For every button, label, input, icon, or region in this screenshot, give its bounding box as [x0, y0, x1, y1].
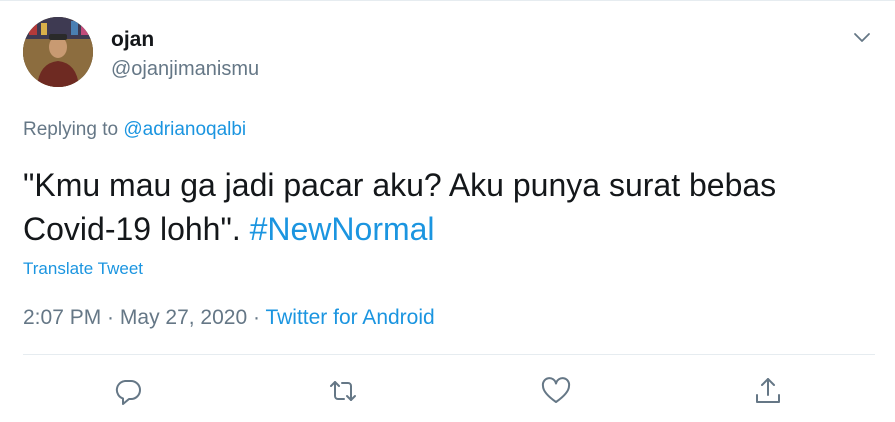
replying-prefix: Replying to [23, 119, 124, 140]
hashtag-link[interactable]: #NewNormal [250, 211, 435, 247]
avatar-image [23, 17, 93, 87]
translate-tweet-link[interactable]: Translate Tweet [23, 259, 143, 279]
heart-icon[interactable] [540, 375, 572, 407]
replying-to: Replying to @adrianoqalbi [23, 119, 246, 141]
tweet-meta: 2:07 PM · May 27, 2020 · Twitter for And… [23, 306, 435, 330]
tweet-text: "Kmu mau ga jadi pacar aku? Aku punya su… [23, 163, 873, 251]
avatar[interactable] [23, 17, 93, 87]
chevron-down-icon[interactable] [850, 25, 874, 49]
tweet-source-link[interactable]: Twitter for Android [265, 306, 434, 329]
divider [23, 354, 875, 355]
retweet-icon[interactable] [327, 375, 359, 407]
reply-icon[interactable] [112, 375, 144, 407]
share-icon[interactable] [752, 375, 784, 407]
tweet-date[interactable]: May 27, 2020 [120, 306, 247, 329]
tweet-card: ojan @ojanjimanismu Replying to @adriano… [0, 0, 895, 422]
tweet-time[interactable]: 2:07 PM [23, 306, 101, 329]
meta-separator: · [247, 306, 266, 329]
reply-mention-link[interactable]: @adrianoqalbi [123, 119, 246, 140]
author-handle[interactable]: @ojanjimanismu [111, 58, 259, 81]
meta-separator: · [101, 306, 120, 329]
author-display-name[interactable]: ojan [111, 28, 154, 52]
